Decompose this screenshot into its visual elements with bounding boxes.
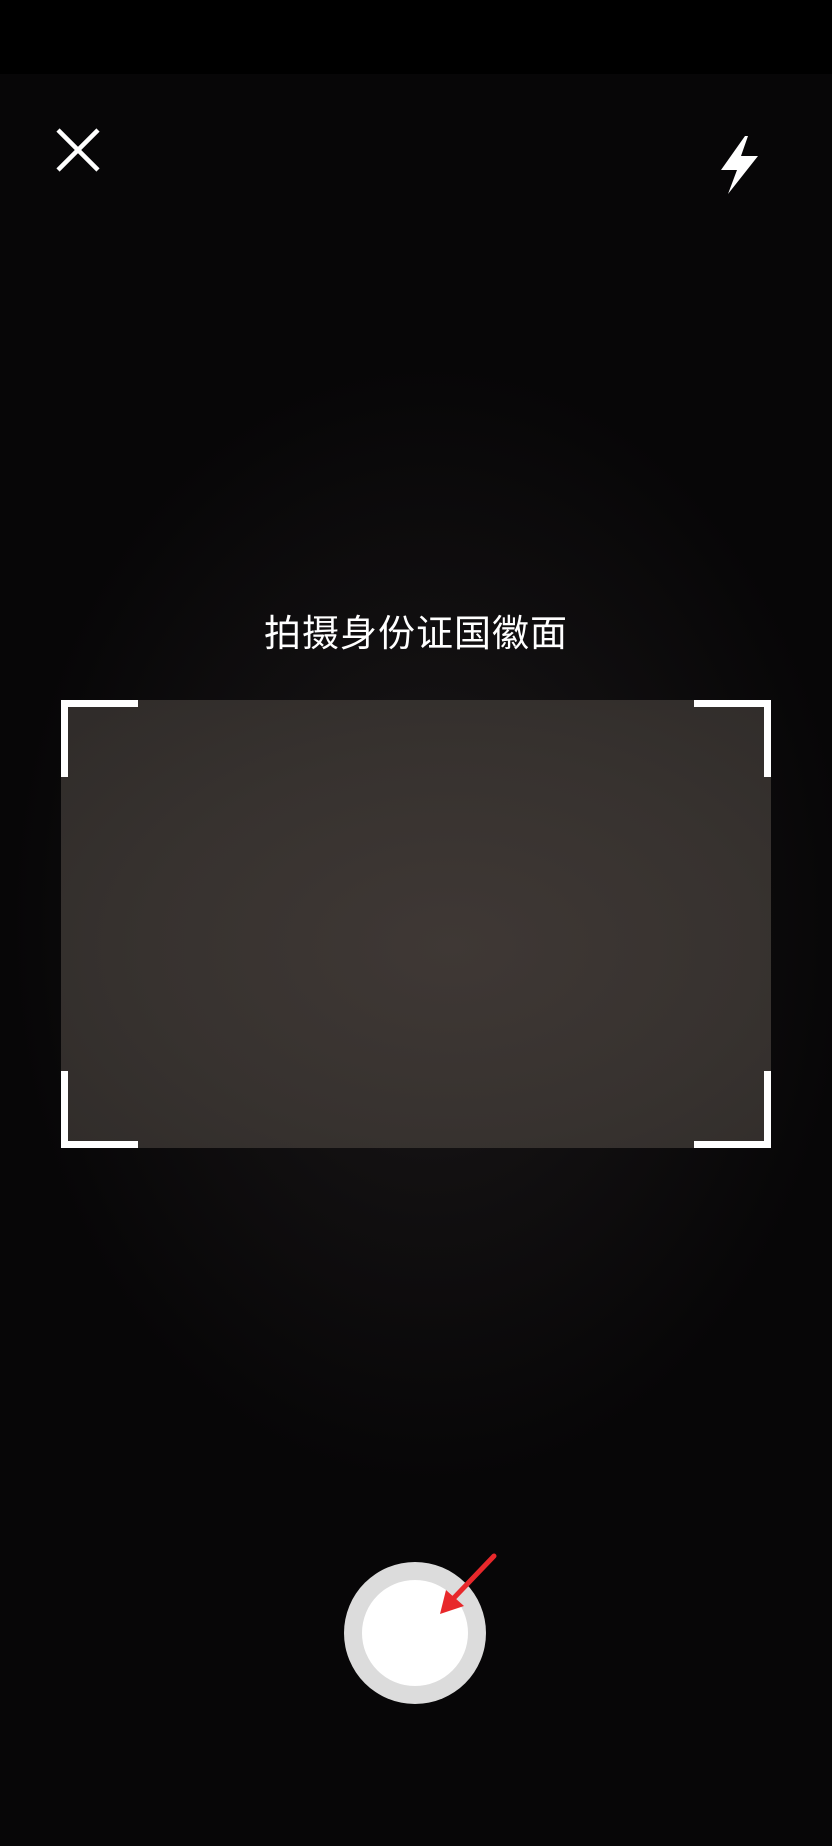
flash-button[interactable] xyxy=(712,134,768,196)
id-card-capture-frame xyxy=(61,700,771,1148)
close-icon xyxy=(56,128,100,172)
annotation-arrow-icon xyxy=(440,1553,497,1614)
frame-corner-bottom-right xyxy=(694,1071,771,1148)
frame-corner-top-left xyxy=(61,700,138,777)
camera-screen: 拍摄身份证国徽面 xyxy=(0,0,832,1846)
flash-icon xyxy=(721,136,758,194)
close-button[interactable] xyxy=(52,124,106,178)
status-bar xyxy=(0,0,832,74)
capture-instruction: 拍摄身份证国徽面 xyxy=(264,612,568,655)
frame-corner-bottom-left xyxy=(61,1071,138,1148)
frame-corner-top-right xyxy=(694,700,771,777)
